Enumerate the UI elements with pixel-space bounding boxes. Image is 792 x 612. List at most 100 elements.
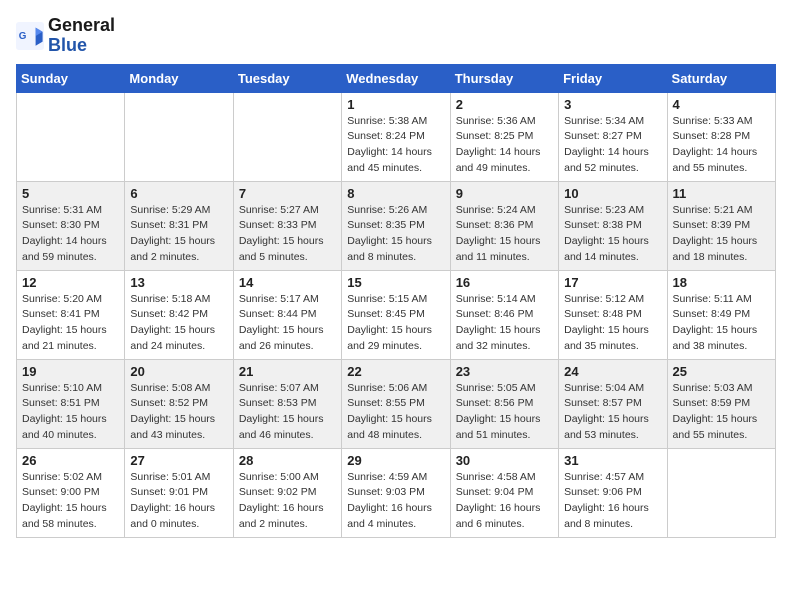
day-detail: Sunrise: 5:18 AM Sunset: 8:42 PM Dayligh… — [130, 292, 227, 355]
day-detail: Sunrise: 5:12 AM Sunset: 8:48 PM Dayligh… — [564, 292, 661, 355]
calendar-day-cell: 22 Sunrise: 5:06 AM Sunset: 8:55 PM Dayli… — [342, 359, 450, 448]
day-number: 28 — [239, 453, 336, 468]
day-number: 6 — [130, 186, 227, 201]
day-number: 25 — [673, 364, 770, 379]
calendar-week-row: 26 Sunrise: 5:02 AM Sunset: 9:00 PM Dayli… — [17, 448, 776, 537]
day-detail: Sunrise: 5:14 AM Sunset: 8:46 PM Dayligh… — [456, 292, 553, 355]
calendar-day-cell: 24Sunrise: 5:04 AM Sunset: 8:57 PM Dayli… — [559, 359, 667, 448]
day-of-week-header: Saturday — [667, 64, 775, 92]
day-number: 16 — [456, 275, 553, 290]
day-number: 15 — [347, 275, 444, 290]
calendar-day-cell — [17, 92, 125, 181]
day-detail: Sunrise: 5:31 AM Sunset: 8:30 PM Dayligh… — [22, 203, 119, 266]
day-detail: Sunrise: 5:03 AM Sunset: 8:59 PM Dayligh… — [673, 381, 770, 444]
day-number: 18 — [673, 275, 770, 290]
day-number: 7 — [239, 186, 336, 201]
calendar-day-cell: 19 Sunrise: 5:10 AM Sunset: 8:51 PM Dayli… — [17, 359, 125, 448]
calendar-day-cell: 4 Sunrise: 5:33 AM Sunset: 8:28 PM Daylig… — [667, 92, 775, 181]
day-detail: Sunrise: 5:17 AM Sunset: 8:44 PM Dayligh… — [239, 292, 336, 355]
day-of-week-header: Friday — [559, 64, 667, 92]
day-number: 20 — [130, 364, 227, 379]
day-of-week-header: Thursday — [450, 64, 558, 92]
day-of-week-header: Monday — [125, 64, 233, 92]
day-detail: Sunrise: 5:00 AM Sunset: 9:02 PM Dayligh… — [239, 470, 336, 533]
day-detail: Sunrise: 5:15 AM Sunset: 8:45 PM Dayligh… — [347, 292, 444, 355]
day-detail: Sunrise: 5:11 AM Sunset: 8:49 PM Dayligh… — [673, 292, 770, 355]
calendar-week-row: 19 Sunrise: 5:10 AM Sunset: 8:51 PM Dayli… — [17, 359, 776, 448]
day-detail: Sunrise: 5:21 AM Sunset: 8:39 PM Dayligh… — [673, 203, 770, 266]
calendar-day-cell: 11 Sunrise: 5:21 AM Sunset: 8:39 PM Dayli… — [667, 181, 775, 270]
logo-text: GeneralBlue — [48, 16, 115, 56]
page-header: G GeneralBlue — [16, 16, 776, 56]
day-detail: Sunrise: 4:57 AM Sunset: 9:06 PM Dayligh… — [564, 470, 661, 533]
day-number: 31 — [564, 453, 661, 468]
day-number: 29 — [347, 453, 444, 468]
calendar-day-cell: 29 Sunrise: 4:59 AM Sunset: 9:03 PM Dayli… — [342, 448, 450, 537]
calendar-day-cell: 27 Sunrise: 5:01 AM Sunset: 9:01 PM Dayli… — [125, 448, 233, 537]
day-number: 12 — [22, 275, 119, 290]
day-number: 26 — [22, 453, 119, 468]
day-of-week-header: Wednesday — [342, 64, 450, 92]
svg-text:G: G — [19, 31, 27, 42]
calendar-day-cell: 5Sunrise: 5:31 AM Sunset: 8:30 PM Daylig… — [17, 181, 125, 270]
day-number: 1 — [347, 97, 444, 112]
calendar-day-cell: 2 Sunrise: 5:36 AM Sunset: 8:25 PM Daylig… — [450, 92, 558, 181]
logo-icon: G — [16, 22, 44, 50]
day-detail: Sunrise: 5:07 AM Sunset: 8:53 PM Dayligh… — [239, 381, 336, 444]
day-number: 24 — [564, 364, 661, 379]
day-detail: Sunrise: 5:27 AM Sunset: 8:33 PM Dayligh… — [239, 203, 336, 266]
calendar-day-cell: 10Sunrise: 5:23 AM Sunset: 8:38 PM Dayli… — [559, 181, 667, 270]
day-detail: Sunrise: 5:06 AM Sunset: 8:55 PM Dayligh… — [347, 381, 444, 444]
calendar-table: SundayMondayTuesdayWednesdayThursdayFrid… — [16, 64, 776, 538]
day-of-week-header: Tuesday — [233, 64, 341, 92]
calendar-day-cell: 21 Sunrise: 5:07 AM Sunset: 8:53 PM Dayli… — [233, 359, 341, 448]
calendar-day-cell: 13 Sunrise: 5:18 AM Sunset: 8:42 PM Dayli… — [125, 270, 233, 359]
day-number: 4 — [673, 97, 770, 112]
day-detail: Sunrise: 5:33 AM Sunset: 8:28 PM Dayligh… — [673, 114, 770, 177]
day-number: 9 — [456, 186, 553, 201]
calendar-week-row: 5Sunrise: 5:31 AM Sunset: 8:30 PM Daylig… — [17, 181, 776, 270]
day-detail: Sunrise: 5:02 AM Sunset: 9:00 PM Dayligh… — [22, 470, 119, 533]
calendar-header-row: SundayMondayTuesdayWednesdayThursdayFrid… — [17, 64, 776, 92]
calendar-day-cell: 14 Sunrise: 5:17 AM Sunset: 8:44 PM Dayli… — [233, 270, 341, 359]
day-detail: Sunrise: 5:34 AM Sunset: 8:27 PM Dayligh… — [564, 114, 661, 177]
day-number: 8 — [347, 186, 444, 201]
day-number: 14 — [239, 275, 336, 290]
calendar-day-cell: 1 Sunrise: 5:38 AM Sunset: 8:24 PM Daylig… — [342, 92, 450, 181]
day-detail: Sunrise: 5:10 AM Sunset: 8:51 PM Dayligh… — [22, 381, 119, 444]
day-detail: Sunrise: 5:20 AM Sunset: 8:41 PM Dayligh… — [22, 292, 119, 355]
day-number: 30 — [456, 453, 553, 468]
day-number: 23 — [456, 364, 553, 379]
calendar-day-cell: 6Sunrise: 5:29 AM Sunset: 8:31 PM Daylig… — [125, 181, 233, 270]
day-detail: Sunrise: 5:36 AM Sunset: 8:25 PM Dayligh… — [456, 114, 553, 177]
day-detail: Sunrise: 5:08 AM Sunset: 8:52 PM Dayligh… — [130, 381, 227, 444]
calendar-day-cell: 17 Sunrise: 5:12 AM Sunset: 8:48 PM Dayli… — [559, 270, 667, 359]
calendar-day-cell: 30 Sunrise: 4:58 AM Sunset: 9:04 PM Dayli… — [450, 448, 558, 537]
calendar-day-cell: 12 Sunrise: 5:20 AM Sunset: 8:41 PM Dayli… — [17, 270, 125, 359]
logo: G GeneralBlue — [16, 16, 115, 56]
calendar-week-row: 12 Sunrise: 5:20 AM Sunset: 8:41 PM Dayli… — [17, 270, 776, 359]
day-number: 27 — [130, 453, 227, 468]
calendar-day-cell: 9 Sunrise: 5:24 AM Sunset: 8:36 PM Daylig… — [450, 181, 558, 270]
calendar-day-cell — [667, 448, 775, 537]
day-detail: Sunrise: 5:01 AM Sunset: 9:01 PM Dayligh… — [130, 470, 227, 533]
calendar-day-cell: 8 Sunrise: 5:26 AM Sunset: 8:35 PM Daylig… — [342, 181, 450, 270]
day-detail: Sunrise: 5:24 AM Sunset: 8:36 PM Dayligh… — [456, 203, 553, 266]
calendar-day-cell: 7 Sunrise: 5:27 AM Sunset: 8:33 PM Daylig… — [233, 181, 341, 270]
day-number: 13 — [130, 275, 227, 290]
day-detail: Sunrise: 4:58 AM Sunset: 9:04 PM Dayligh… — [456, 470, 553, 533]
calendar-day-cell: 15 Sunrise: 5:15 AM Sunset: 8:45 PM Dayli… — [342, 270, 450, 359]
calendar-day-cell: 20 Sunrise: 5:08 AM Sunset: 8:52 PM Dayli… — [125, 359, 233, 448]
day-number: 19 — [22, 364, 119, 379]
calendar-day-cell: 26 Sunrise: 5:02 AM Sunset: 9:00 PM Dayli… — [17, 448, 125, 537]
day-number: 21 — [239, 364, 336, 379]
day-detail: Sunrise: 4:59 AM Sunset: 9:03 PM Dayligh… — [347, 470, 444, 533]
day-number: 22 — [347, 364, 444, 379]
day-number: 17 — [564, 275, 661, 290]
day-detail: Sunrise: 5:26 AM Sunset: 8:35 PM Dayligh… — [347, 203, 444, 266]
day-number: 2 — [456, 97, 553, 112]
calendar-day-cell: 31 Sunrise: 4:57 AM Sunset: 9:06 PM Dayli… — [559, 448, 667, 537]
day-number: 11 — [673, 186, 770, 201]
day-detail: Sunrise: 5:38 AM Sunset: 8:24 PM Dayligh… — [347, 114, 444, 177]
calendar-day-cell: 25 Sunrise: 5:03 AM Sunset: 8:59 PM Dayli… — [667, 359, 775, 448]
